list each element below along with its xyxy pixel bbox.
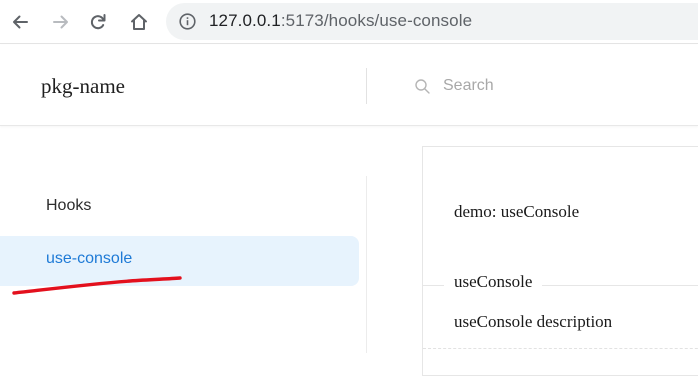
reload-icon [90, 14, 106, 30]
site-title[interactable]: pkg-name [41, 74, 125, 99]
search-icon [415, 78, 430, 94]
annotation-underline-mark [12, 276, 182, 295]
arrow-right-icon [53, 15, 68, 29]
section-title: useConsole [444, 272, 543, 292]
demo-card: demo: useConsole useConsole useConsole d… [422, 146, 698, 376]
sidebar-item-label: use-console [46, 250, 133, 267]
reload-button[interactable] [84, 8, 112, 36]
info-icon[interactable] [179, 13, 196, 30]
url-text: 127.0.0.1:5173/hooks/use-console [209, 11, 472, 31]
header-divider [366, 68, 367, 104]
dashed-divider [423, 348, 698, 349]
search-input[interactable]: Search [414, 73, 494, 99]
section-description: useConsole description [454, 312, 613, 331]
url-host: 127.0.0.1 [209, 11, 281, 30]
site-header: pkg-name Search [0, 45, 698, 126]
sidebar-group-hooks: Hooks [46, 197, 92, 214]
forward-button[interactable] [47, 8, 75, 36]
back-button[interactable] [6, 8, 34, 36]
sidebar-divider [366, 176, 367, 353]
search-placeholder: Search [443, 77, 494, 94]
browser-toolbar: 127.0.0.1:5173/hooks/use-console [0, 0, 698, 44]
home-icon [131, 14, 147, 30]
demo-title: demo: useConsole [454, 202, 580, 221]
address-bar[interactable]: 127.0.0.1:5173/hooks/use-console [166, 3, 698, 40]
home-button[interactable] [125, 8, 153, 36]
url-path: :5173/hooks/use-console [280, 11, 473, 30]
sidebar: Hooks use-console [0, 127, 366, 353]
arrow-left-icon [13, 15, 28, 29]
